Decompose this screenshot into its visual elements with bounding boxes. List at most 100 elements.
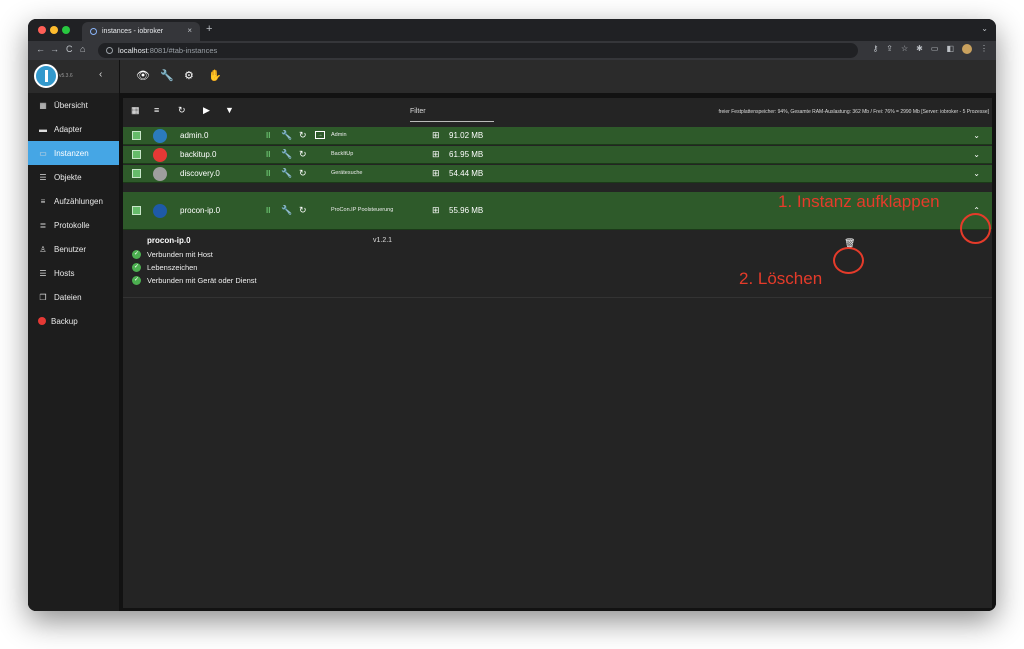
pause-icon[interactable]: II (266, 150, 270, 159)
status-item: ✓ Lebenszeichen (132, 263, 197, 272)
sidebar-item-label: Adapter (54, 124, 83, 134)
star-icon[interactable]: ☆ (901, 44, 908, 54)
pause-icon[interactable]: II (266, 169, 270, 178)
back-button[interactable]: ← (36, 44, 45, 54)
new-tab-button[interactable]: + (206, 23, 212, 35)
sidebar-item-backup[interactable]: Backup (28, 309, 119, 333)
pause-icon[interactable]: II (266, 131, 270, 140)
sidebar-item-label: Objekte (54, 172, 82, 182)
instance-checkbox[interactable] (132, 131, 141, 140)
key-icon[interactable]: ⚷ (872, 44, 878, 54)
instance-title: BackItUp (331, 151, 354, 157)
play-icon[interactable]: ▶ (203, 105, 210, 116)
chevron-down-icon[interactable]: ⌄ (981, 24, 988, 33)
sidebar-item-hosts[interactable]: ☰ Hosts (28, 261, 119, 285)
share-icon[interactable]: ⇪ (886, 44, 893, 54)
list-icon: ☰ (39, 172, 47, 182)
instance-checkbox[interactable] (132, 206, 141, 215)
refresh-icon[interactable]: ↻ (178, 105, 186, 116)
settings-icon[interactable]: 🔧 (281, 130, 292, 141)
check-icon: ✓ (132, 276, 141, 285)
expand-row-button[interactable]: ⌄ (973, 150, 980, 159)
expand-row-button[interactable]: ⌄ (973, 169, 980, 178)
grid-view-icon[interactable]: ▦ (131, 105, 140, 116)
hosts-icon: ☰ (39, 268, 47, 278)
reload-button[interactable]: C (66, 44, 73, 54)
filter-input[interactable]: Filter (410, 108, 494, 122)
table-row[interactable]: discovery.0 II 🔧 ↻ Gerätesuche ⊞ 54.44 MB ⌄ (123, 165, 992, 183)
instance-memory: 55.96 MB (449, 206, 484, 215)
globe-icon (90, 28, 97, 35)
settings-icon[interactable]: 🔧 (281, 168, 292, 179)
collapse-sidebar-button[interactable]: ‹ (99, 69, 102, 80)
list-view-icon[interactable]: ≡ (154, 105, 159, 115)
backup-icon (38, 317, 46, 325)
sidebar-item-instanzen[interactable]: ▭ Instanzen (28, 141, 119, 165)
maximize-window-button[interactable] (62, 26, 70, 34)
instance-checkbox[interactable] (132, 169, 141, 178)
browser-tab[interactable]: instances - iobroker × (82, 22, 200, 41)
restart-icon[interactable]: ↻ (299, 168, 307, 179)
status-item: ✓ Verbunden mit Gerät oder Dienst (132, 276, 257, 285)
wrench-icon[interactable]: 🔧 (160, 69, 174, 82)
minimize-window-button[interactable] (50, 26, 58, 34)
status-text: Verbunden mit Gerät oder Dienst (147, 276, 257, 285)
sidebar-item-übersicht[interactable]: ▦ Übersicht (28, 93, 119, 117)
instance-memory: 91.02 MB (449, 131, 484, 140)
settings-icon[interactable]: 🔧 (281, 205, 292, 216)
theme-icon[interactable]: ⚙ (184, 69, 194, 82)
instance-checkbox[interactable] (132, 150, 141, 159)
sidebar-item-aufzählungen[interactable]: ≡ Aufzählungen (28, 189, 119, 213)
sidebar-nav: ▦ Übersicht ▬ Adapter ▭ Instanzen ☰ Objekte ≡ Auf… (28, 93, 119, 333)
annotation-step1: 1. Instanz aufklappen (778, 192, 940, 211)
instance-title: ProCon.IP Poolsteuerung (331, 207, 394, 213)
settings-icon[interactable]: 🔧 (281, 149, 292, 160)
store-icon: ▬ (39, 124, 47, 134)
expand-row-button[interactable]: ⌄ (973, 131, 980, 140)
extensions-icon[interactable]: ✱ (916, 44, 923, 54)
table-row[interactable]: backitup.0 II 🔧 ↻ BackItUp ⊞ 61.95 MB ⌄ (123, 146, 992, 164)
detail-version: v1.2.1 (373, 237, 393, 244)
instance-memory: 54.44 MB (449, 169, 484, 178)
sidebar-item-label: Dateien (54, 292, 82, 302)
forward-button[interactable]: → (50, 44, 59, 54)
instances-icon: ▭ (39, 148, 47, 158)
instance-name: admin.0 (180, 131, 209, 140)
instance-name: procon-ip.0 (180, 206, 221, 215)
filter-icon[interactable]: ▼ (225, 105, 234, 115)
restart-icon[interactable]: ↻ (299, 205, 307, 216)
sidebar-item-dateien[interactable]: ❐ Dateien (28, 285, 119, 309)
iobroker-logo (34, 64, 58, 88)
open-web-icon[interactable]: → (315, 131, 325, 139)
info-icon[interactable] (106, 47, 113, 54)
app-version: v5.3.6 (59, 73, 73, 79)
restart-icon[interactable]: ↻ (299, 130, 307, 141)
annotation-circle-expand (960, 213, 991, 244)
eye-icon[interactable]: 👁 (136, 69, 150, 82)
sidebar-item-objekte[interactable]: ☰ Objekte (28, 165, 119, 189)
home-button[interactable]: ⌂ (80, 44, 85, 54)
cast-icon[interactable]: ▭ (931, 44, 939, 54)
status-item: ✓ Verbunden mit Host (132, 250, 213, 259)
profile-avatar[interactable] (962, 44, 972, 54)
sidepanel-icon[interactable]: ◧ (946, 44, 954, 54)
expert-mode-icon[interactable]: ✋ (208, 69, 222, 82)
sidebar-item-label: Übersicht (54, 100, 88, 110)
pause-icon[interactable]: II (266, 206, 270, 215)
sidebar-item-protokolle[interactable]: ≣ Protokolle (28, 213, 119, 237)
memory-chip-icon: ⊞ (432, 168, 440, 178)
sidebar-item-benutzer[interactable]: ♙ Benutzer (28, 237, 119, 261)
close-window-button[interactable] (38, 26, 46, 34)
sidebar-item-adapter[interactable]: ▬ Adapter (28, 117, 119, 141)
memory-chip-icon: ⊞ (432, 205, 440, 215)
log-icon: ≣ (39, 220, 47, 230)
instance-title: Admin (331, 132, 347, 138)
close-tab-icon[interactable]: × (187, 26, 192, 35)
url-input[interactable]: localhost:8081/#tab-instances (98, 43, 858, 58)
memory-chip-icon: ⊞ (432, 149, 440, 159)
menu-icon[interactable]: ⋮ (980, 44, 988, 54)
detail-instance-name: procon-ip.0 (147, 236, 191, 245)
table-row[interactable]: admin.0 II 🔧 ↻ → Admin ⊞ 91.02 MB ⌄ (123, 127, 992, 145)
annotation-step2: 2. Löschen (739, 269, 823, 288)
restart-icon[interactable]: ↻ (299, 149, 307, 160)
